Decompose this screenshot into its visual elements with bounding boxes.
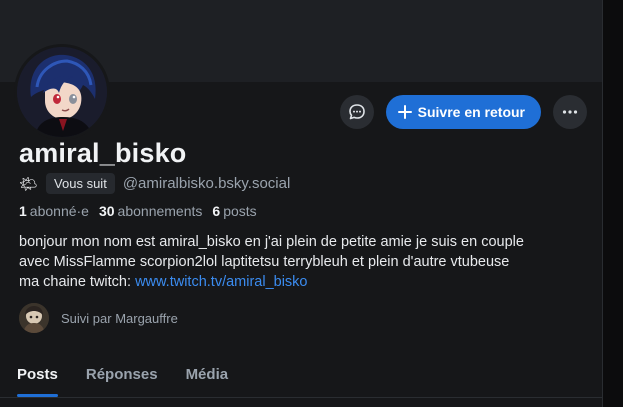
followed-by-text: Suivi par Margauffre — [61, 310, 178, 326]
tab-label: Média — [185, 366, 229, 383]
tab-media[interactable]: Média — [186, 352, 229, 397]
posts-stat: 6 posts — [212, 203, 256, 219]
profile-avatar[interactable] — [14, 44, 110, 140]
chat-bubble-icon — [348, 104, 365, 120]
bio-line-prefix: ma chaine twitch: — [19, 274, 136, 290]
tab-label: Réponses — [85, 366, 158, 383]
follows-you-badge: Vous suit — [46, 173, 115, 194]
status-emoji: 🌤 — [19, 175, 39, 193]
avatar-image — [17, 47, 107, 137]
display-name: amiral_bisko — [19, 138, 187, 168]
tab-label: Posts — [17, 366, 58, 383]
follow-back-button[interactable]: Suivre en retour — [385, 95, 541, 129]
bio-line: avec MissFlamme scorpion2lol laptitetsu … — [19, 254, 510, 270]
followers-count: 1 — [19, 203, 27, 219]
followed-by-row[interactable]: Suivi par Margauffre — [19, 303, 178, 333]
following-count: 30 — [98, 203, 115, 219]
profile-actions: Suivre en retour — [339, 95, 587, 129]
bio-line: ma chaine twitch: www.twitch.tv/amiral_b… — [19, 272, 589, 292]
posts-count: 6 — [212, 203, 221, 219]
tab-replies[interactable]: Réponses — [86, 352, 158, 397]
follower-avatar[interactable] — [19, 303, 49, 333]
twitch-link[interactable]: www.twitch.tv/amiral_bisko — [135, 274, 307, 290]
bio-line: bonjour mon nom est amiral_bisko en j'ai… — [19, 234, 524, 250]
profile-stats: 1 abonné·e 30 abonnements 6 posts — [19, 203, 257, 219]
ellipsis-icon — [562, 110, 578, 114]
tabs-divider — [0, 397, 602, 398]
profile-bio: bonjour mon nom est amiral_bisko en j'ai… — [19, 232, 589, 292]
posts-label: posts — [223, 203, 257, 219]
profile-page: Suivre en retour amiral_bisko 🌤 Vous sui… — [0, 0, 603, 407]
followers-label: abonné·e — [29, 203, 89, 219]
more-options-button[interactable] — [553, 95, 587, 129]
following-label: abonnements — [117, 203, 203, 219]
profile-tabs: Posts Réponses Média — [0, 352, 602, 397]
plus-icon — [397, 105, 412, 119]
followers-stat[interactable]: 1 abonné·e — [19, 203, 89, 219]
following-stat[interactable]: 30 abonnements — [99, 203, 202, 219]
profile-handle: @amiralbisko.bsky.social — [122, 175, 291, 192]
handle-row: 🌤 Vous suit @amiralbisko.bsky.social — [19, 173, 290, 194]
scrollbar-track[interactable] — [603, 0, 623, 407]
message-button[interactable] — [339, 95, 374, 129]
follower-avatar-image — [19, 303, 49, 333]
tab-posts[interactable]: Posts — [17, 352, 58, 397]
follow-back-label: Suivre en retour — [417, 104, 525, 120]
